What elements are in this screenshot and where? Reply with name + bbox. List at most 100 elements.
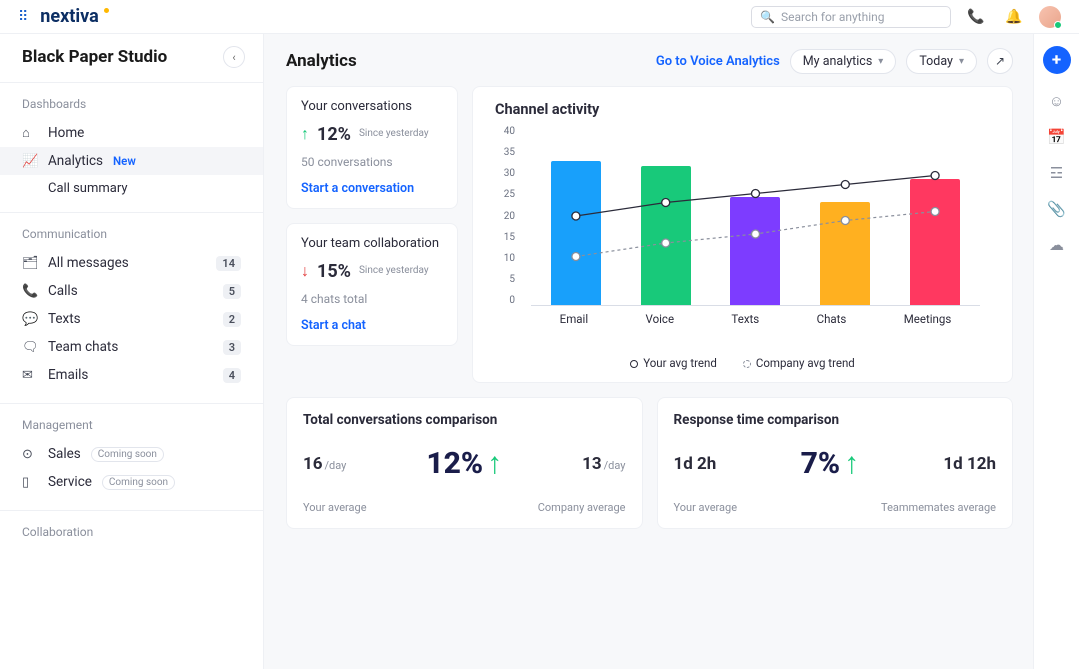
calls-icon: 📞 (22, 284, 38, 299)
chat-icon: 🗨 (22, 340, 38, 355)
section-management: Management (0, 404, 263, 440)
page-title: Analytics (286, 51, 357, 71)
kpi-title: Your conversations (301, 99, 443, 116)
kpi-subtext: Since yesterday (359, 128, 429, 140)
sidebar-item-all-messages[interactable]: 🗂 All messages 14 (0, 249, 263, 277)
response-time-comparison-card: Response time comparison 1d 2h 7%↑ 1d 12… (657, 397, 1014, 529)
per-label: /day (325, 459, 347, 472)
x-label: Meetings (904, 312, 952, 326)
foot-right: Teammemates average (881, 501, 996, 514)
kpi-subtext: Since yesterday (359, 265, 429, 277)
other-value: 13 (582, 454, 602, 474)
section-dashboards: Dashboards (0, 83, 263, 119)
kpi-count: 4 chats total (301, 292, 443, 306)
add-button[interactable]: + (1043, 46, 1071, 74)
phone-icon[interactable]: 📞 (963, 4, 989, 30)
collapse-sidebar-button[interactable]: ‹ (223, 46, 245, 68)
email-icon: ✉ (22, 368, 38, 383)
search-placeholder: Search for anything (781, 10, 885, 24)
sidebar-item-call-summary[interactable]: Call summary (0, 175, 263, 202)
legend-label: Company avg trend (756, 356, 855, 370)
start-conversation-link[interactable]: Start a conversation (301, 181, 443, 196)
dropdown-label: My analytics (803, 54, 873, 69)
x-label: Texts (731, 312, 759, 326)
kpi-percent: 12% (317, 124, 351, 145)
foot-left: Your average (303, 501, 367, 514)
analytics-icon: 📈 (22, 154, 38, 169)
sidebar-item-label: Calls (48, 283, 78, 299)
service-icon: ▯ (22, 475, 38, 490)
share-button[interactable]: ↗ (987, 48, 1013, 74)
attachment-icon[interactable]: 📎 (1047, 200, 1066, 218)
x-label: Chats (817, 312, 847, 326)
coming-soon-pill: Coming soon (91, 447, 164, 462)
sidebar-item-sales[interactable]: ⊙ Sales Coming soon (0, 440, 263, 468)
arrow-down-icon: ↓ (301, 261, 309, 281)
cloud-icon[interactable]: ☁ (1049, 236, 1064, 254)
x-axis-labels: EmailVoiceTextsChatsMeetings (531, 312, 980, 326)
main-content: Analytics Go to Voice Analytics My analy… (264, 34, 1033, 669)
apps-grid-icon[interactable]: ⠿ (18, 9, 28, 25)
search-input[interactable]: 🔍 Search for anything (751, 6, 951, 28)
foot-left: Your average (674, 501, 738, 514)
bell-icon[interactable]: 🔔 (1001, 4, 1027, 30)
sidebar-item-team-chats[interactable]: 🗨Team chats3 (0, 333, 263, 361)
brand-accent-dot (104, 8, 109, 13)
chevron-down-icon: ▾ (878, 56, 883, 67)
sidebar-item-analytics[interactable]: 📈AnalyticsNew (0, 147, 263, 175)
voice-analytics-link[interactable]: Go to Voice Analytics (656, 54, 780, 69)
sidebar: Black Paper Studio ‹ Dashboards ⌂Home 📈A… (0, 34, 264, 669)
arrow-up-icon: ↑ (844, 446, 859, 481)
sidebar-item-home[interactable]: ⌂ Home (0, 119, 263, 147)
kpi-count: 50 conversations (301, 155, 443, 169)
chevron-down-icon: ▾ (959, 56, 964, 67)
count-badge: 2 (223, 312, 241, 327)
delta-percent: 7% (801, 446, 841, 481)
brand-text: nextiva (40, 6, 98, 27)
legend-marker-solid (630, 360, 638, 368)
date-range-dropdown[interactable]: Today ▾ (906, 49, 977, 74)
chart-legend: Your avg trend Company avg trend (495, 356, 990, 370)
sidebar-item-texts[interactable]: 💬Texts2 (0, 305, 263, 333)
sidebar-item-label: Service (48, 474, 92, 490)
sidebar-item-label: Emails (48, 367, 88, 383)
new-badge: New (113, 154, 136, 168)
sales-icon: ⊙ (22, 447, 38, 462)
brand-logo[interactable]: nextiva (40, 6, 105, 27)
sidebar-item-label: Sales (48, 446, 81, 462)
other-value: 1d 12h (943, 454, 996, 474)
kpi-title: Your team collaboration (301, 236, 443, 253)
card-title: Response time comparison (674, 412, 997, 428)
my-analytics-dropdown[interactable]: My analytics ▾ (790, 49, 897, 74)
workspace-name[interactable]: Black Paper Studio (22, 47, 167, 67)
total-conversations-comparison-card: Total conversations comparison 16/day 12… (286, 397, 643, 529)
foot-right: Company average (538, 501, 626, 514)
list-icon[interactable]: ☲ (1050, 164, 1063, 182)
sidebar-item-service[interactable]: ▯ Service Coming soon (0, 468, 263, 496)
chart-canvas: 4035302520151050 EmailVoiceTextsChatsMee… (521, 126, 990, 326)
profile-icon[interactable]: ☺ (1049, 92, 1064, 110)
kpi-percent: 15% (317, 261, 351, 282)
topbar: ⠿ nextiva 🔍 Search for anything 📞 🔔 (0, 0, 1079, 34)
per-label: /day (604, 459, 626, 472)
avatar[interactable] (1039, 6, 1061, 28)
messages-icon: 🗂 (22, 256, 38, 271)
sidebar-item-label: All messages (48, 255, 129, 271)
legend-marker-dashed (743, 360, 751, 368)
dropdown-label: Today (919, 54, 953, 69)
sidebar-item-label: Team chats (48, 339, 118, 355)
kpi-team-card: Your team collaboration ↓ 15% Since yester… (286, 223, 458, 346)
section-communication: Communication (0, 213, 263, 249)
count-badge: 14 (216, 256, 241, 271)
home-icon: ⌂ (22, 125, 38, 141)
x-label: Email (560, 312, 588, 326)
sidebar-item-label: Texts (48, 311, 81, 327)
sidebar-item-emails[interactable]: ✉Emails4 (0, 361, 263, 389)
coming-soon-pill: Coming soon (102, 475, 175, 490)
your-value: 1d 2h (674, 454, 717, 474)
calendar-icon[interactable]: 📅 (1047, 128, 1066, 146)
legend-label: Your avg trend (643, 356, 717, 370)
sidebar-item-label: Home (48, 125, 84, 141)
sidebar-item-calls[interactable]: 📞Calls5 (0, 277, 263, 305)
start-chat-link[interactable]: Start a chat (301, 318, 443, 333)
